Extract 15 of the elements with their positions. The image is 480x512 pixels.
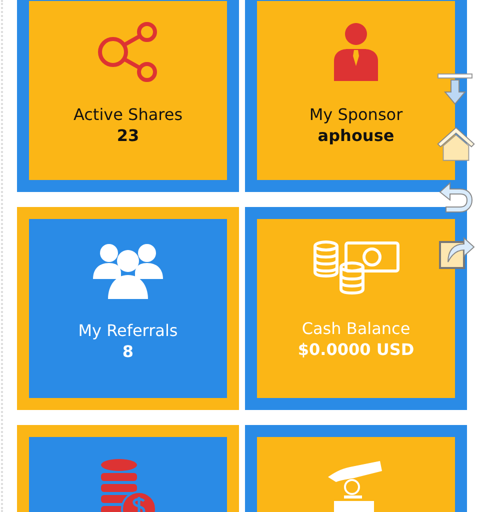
- person-icon: [332, 21, 380, 83]
- tile-value: 23: [116, 125, 140, 147]
- tile-label: Cash Balance: [302, 319, 410, 339]
- share-icon: [97, 21, 159, 83]
- tile-frame[interactable]: Active Shares 23: [17, 0, 239, 192]
- tile-frame[interactable]: My Sponsor aphouse: [245, 0, 467, 192]
- cash-icon: [312, 239, 400, 297]
- tile-label: My Referrals: [78, 321, 178, 341]
- tile-value: $0.0000 USD: [298, 339, 414, 361]
- coins-icon: [99, 457, 157, 512]
- tile-frame[interactable]: My Referrals 8: [17, 207, 239, 410]
- tile-value: 8: [122, 341, 134, 363]
- tile-value: aphouse: [318, 125, 394, 147]
- tile-label: My Sponsor: [309, 105, 403, 125]
- tile-label: Active Shares: [73, 105, 183, 125]
